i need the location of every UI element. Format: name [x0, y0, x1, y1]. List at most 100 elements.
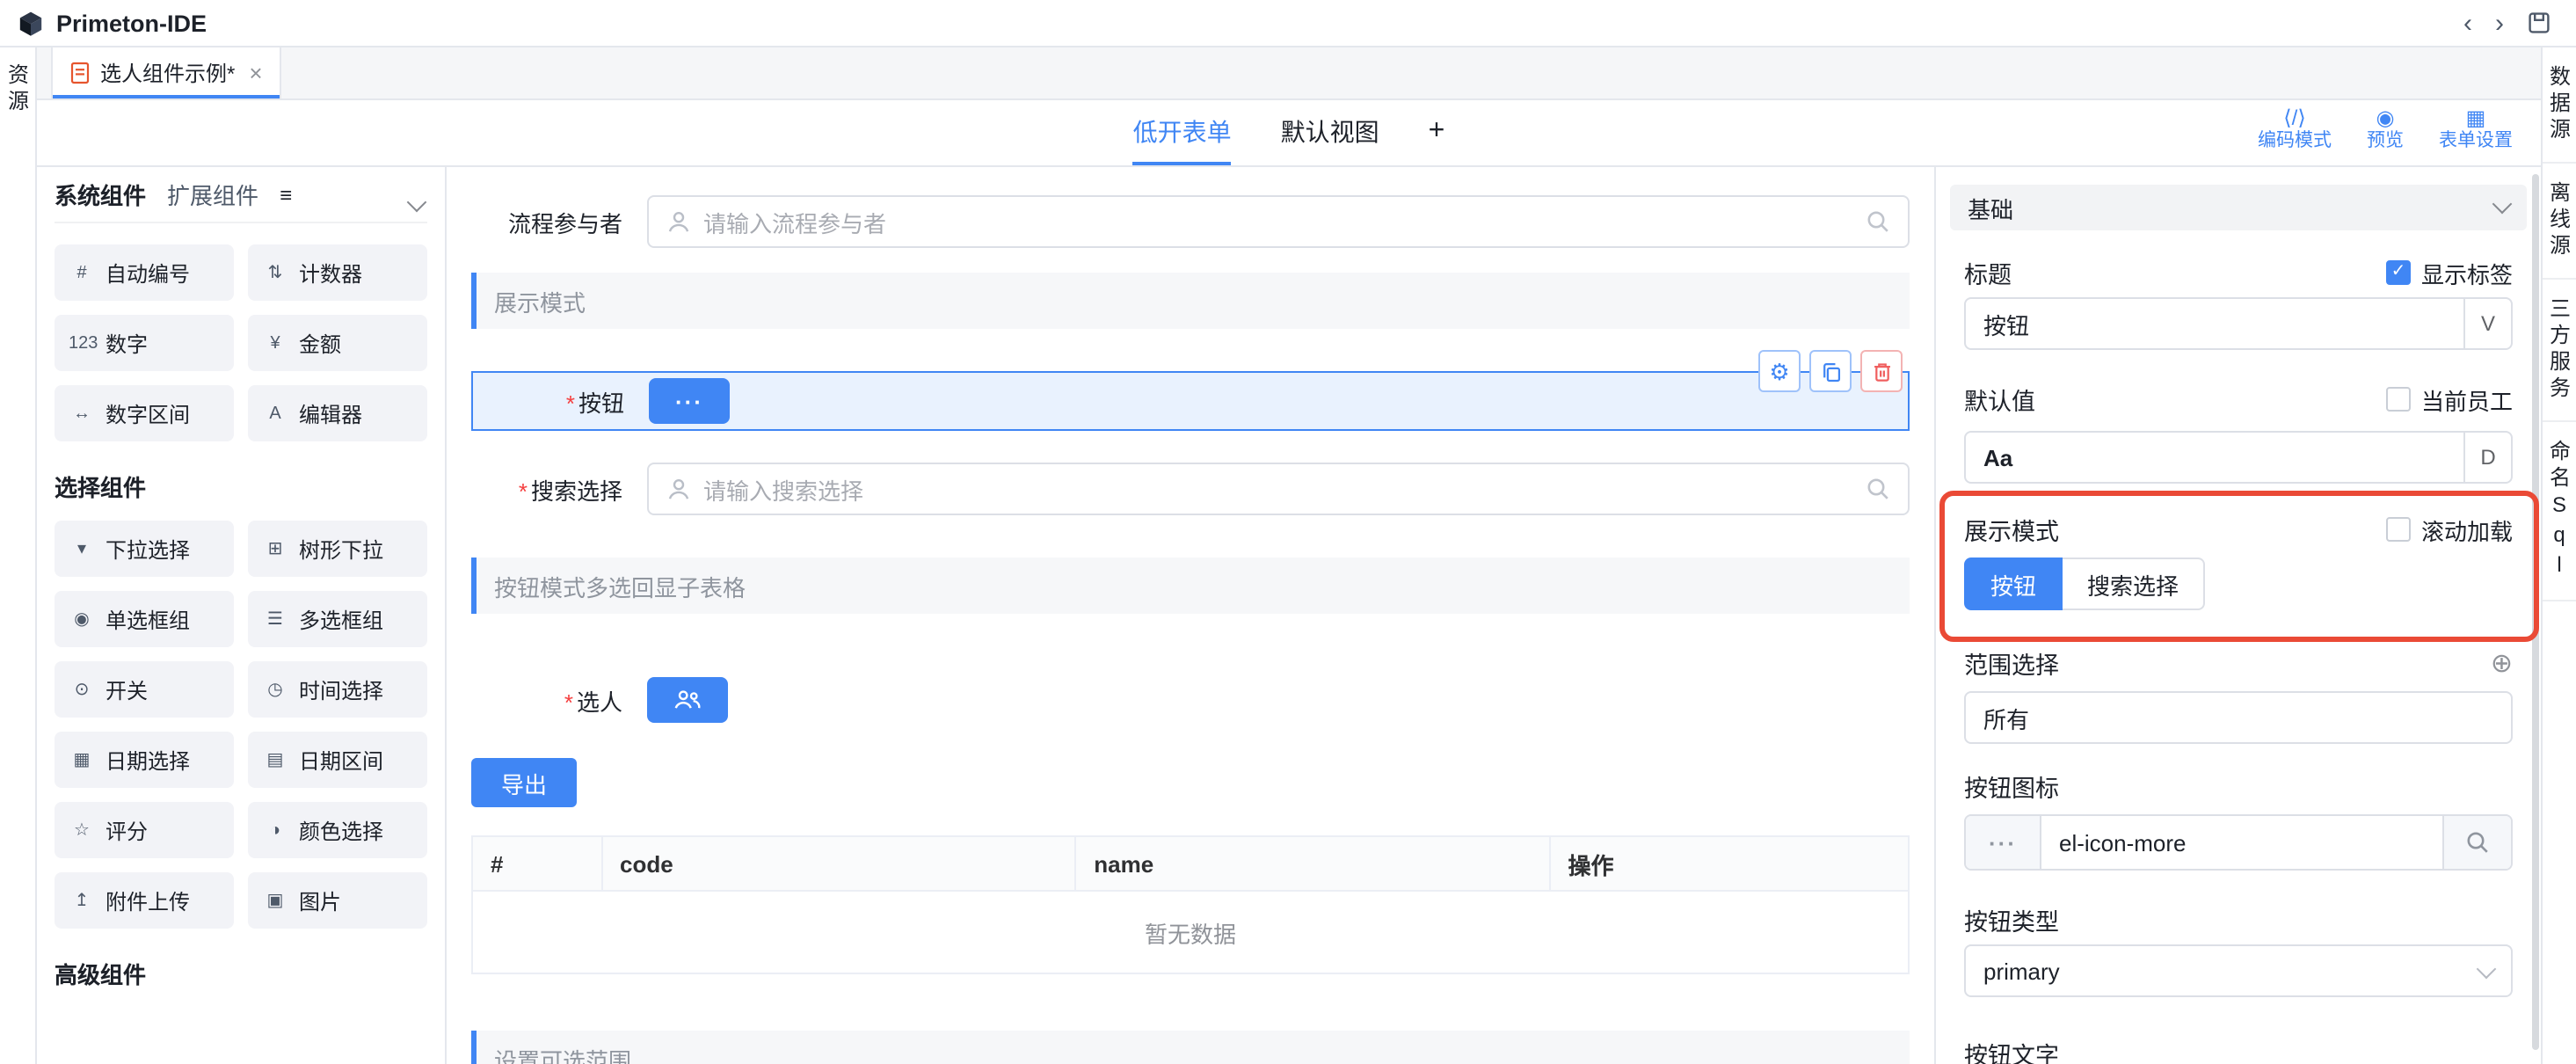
resources-vertical-tab[interactable]: 资源 — [7, 63, 28, 1064]
search-icon — [1866, 209, 1890, 234]
right-strip-label: 离线源 — [2549, 181, 2570, 260]
tab-low-code-form[interactable]: 低开表单 — [1133, 100, 1232, 165]
top-actions: ⟨/⟩编码模式 ◉预览 ▦表单设置 — [2258, 107, 2513, 153]
participant-field-widget[interactable]: 流程参与者 请输入流程参与者 — [471, 195, 1910, 248]
add-range-icon[interactable]: ⊕ — [2491, 650, 2513, 676]
search-field-label: 搜索选择 — [531, 477, 622, 504]
checkbox-checked-icon[interactable]: ✓ — [2386, 260, 2411, 285]
right-strip-item-named-sql[interactable]: 命名Sql — [2543, 422, 2576, 601]
palette-item[interactable]: ☰多选框组 — [248, 591, 427, 647]
palette-item[interactable]: ▤日期区间 — [248, 732, 427, 788]
palette-item[interactable]: ▾下拉选择 — [55, 521, 234, 577]
document-tab-active[interactable]: 选人组件示例* × — [51, 47, 282, 98]
scroll-load-checkbox-row[interactable]: 滚动加载 — [2386, 513, 2513, 546]
view-tabs: 低开表单默认视图 + — [1133, 100, 1445, 165]
palette-grid-select: ▾下拉选择⊞树形下拉◉单选框组☰多选框组⊙开关◷时间选择▦日期选择▤日期区间☆评… — [55, 521, 427, 929]
code-mode-button[interactable]: ⟨/⟩编码模式 — [2258, 107, 2332, 153]
component-label: 计数器 — [299, 258, 362, 288]
search-select-field-widget[interactable]: *搜索选择 请输入搜索选择 — [471, 463, 1910, 515]
search-select-input[interactable]: 请输入搜索选择 — [647, 463, 1910, 515]
palette-item[interactable]: ↥附件上传 — [55, 872, 234, 929]
palette-collapse-chevron-icon[interactable] — [410, 188, 424, 215]
widget-copy-button[interactable] — [1809, 350, 1852, 392]
left-strip: 资源 — [0, 47, 37, 1064]
preview-button[interactable]: ◉预览 — [2367, 107, 2404, 153]
picker-field-widget[interactable]: *选人 — [471, 674, 1910, 726]
right-strip-item-third-party-service[interactable]: 三方服务 — [2543, 280, 2576, 422]
required-mark: * — [566, 390, 575, 416]
section-bar-display-mode[interactable]: 展示模式 — [471, 273, 1910, 329]
section-bar-subtable[interactable]: 按钮模式多选回显子表格 — [471, 558, 1910, 614]
section-bar-range[interactable]: 设置可选范围 — [471, 1031, 1910, 1064]
widget-delete-button[interactable] — [1860, 350, 1903, 392]
palette-item[interactable]: #自动编号 — [55, 244, 234, 301]
palette-item[interactable]: ¥金额 — [248, 315, 427, 371]
button-field-widget-selected[interactable]: *按钮 ··· ⚙ — [471, 371, 1910, 431]
mode-search-select[interactable]: 搜索选择 — [2063, 558, 2205, 610]
component-icon: 123 — [69, 333, 95, 353]
title-input-value: 按钮 — [1966, 307, 2463, 340]
variable-suffix-button[interactable]: V — [2463, 299, 2511, 348]
title-property-label: 标题 — [1964, 255, 2012, 290]
more-button[interactable]: ··· — [649, 378, 730, 424]
palette-item[interactable]: A编辑器 — [248, 385, 427, 441]
palette-item[interactable]: ▣ 图片 — [248, 872, 427, 929]
palette-item[interactable]: ◷时间选择 — [248, 661, 427, 718]
component-icon: ◑ — [262, 820, 288, 840]
code-mode-label: 编码模式 — [2258, 130, 2332, 153]
button-field-label: 按钮 — [579, 390, 624, 416]
component-icon: ▣ — [262, 891, 288, 910]
button-icon-label: 按钮图标 — [1964, 769, 2059, 804]
nav-back-icon[interactable]: ‹ — [2463, 10, 2472, 36]
form-settings-button[interactable]: ▦表单设置 — [2439, 107, 2513, 153]
participant-input[interactable]: 请输入流程参与者 — [647, 195, 1910, 248]
search-icon — [1866, 477, 1890, 501]
default-value-input[interactable]: Aa D — [1964, 431, 2513, 484]
palette-item[interactable]: ◑颜色选择 — [248, 802, 427, 858]
palette-item[interactable]: ☆评分 — [55, 802, 234, 858]
export-button[interactable]: 导出 — [471, 758, 577, 807]
search-icon — [2465, 830, 2490, 855]
component-palette: 系统组件 扩展组件 ≡ #自动编号⇅计数器123数字¥金额↔数字区间A编辑器 选… — [37, 167, 447, 1064]
save-icon[interactable] — [2527, 11, 2551, 35]
right-strip-item-data-source[interactable]: 数据源 — [2543, 47, 2576, 164]
palette-item[interactable]: ▦日期选择 — [55, 732, 234, 788]
palette-tab-system[interactable]: 系统组件 — [55, 178, 146, 211]
palette-item[interactable]: ⊞树形下拉 — [248, 521, 427, 577]
title-input[interactable]: 按钮 V — [1964, 297, 2513, 350]
nav-forward-icon[interactable]: › — [2495, 10, 2504, 36]
close-tab-icon[interactable]: × — [249, 60, 262, 86]
tab-default-view[interactable]: 默认视图 — [1281, 100, 1379, 165]
trash-icon — [1870, 360, 1893, 383]
button-icon-input[interactable]: ··· el-icon-more — [1964, 814, 2513, 871]
palette-tab-extension[interactable]: 扩展组件 — [167, 178, 258, 211]
document-tabbar: 选人组件示例* × — [37, 47, 2541, 100]
button-type-select[interactable]: primary — [1964, 944, 2513, 997]
range-input[interactable]: 所有 — [1964, 691, 2513, 744]
preview-label: 预览 — [2367, 130, 2404, 153]
pick-person-button[interactable] — [647, 677, 728, 723]
current-employee-checkbox-row[interactable]: 当前员工 — [2386, 383, 2513, 416]
checkbox-unchecked-icon[interactable] — [2386, 387, 2411, 412]
component-label: 图片 — [299, 885, 341, 915]
default-suffix-button[interactable]: D — [2463, 433, 2511, 482]
component-icon: ↔ — [69, 404, 95, 423]
palette-item[interactable]: 123数字 — [55, 315, 234, 371]
palette-item[interactable]: ⊙开关 — [55, 661, 234, 718]
show-label-checkbox-row[interactable]: ✓ 显示标签 — [2386, 256, 2513, 289]
palette-item[interactable]: ◉单选框组 — [55, 591, 234, 647]
checkbox-unchecked-icon[interactable] — [2386, 517, 2411, 542]
icon-search-button[interactable] — [2442, 816, 2511, 869]
collapse-chevron-icon[interactable] — [2492, 194, 2513, 215]
palette-item[interactable]: ⇅计数器 — [248, 244, 427, 301]
subtable: #codename操作 暂无数据 — [471, 835, 1910, 974]
mode-button[interactable]: 按钮 — [1964, 558, 2063, 610]
right-strip-item-offline-source[interactable]: 离线源 — [2543, 164, 2576, 280]
widget-settings-button[interactable]: ⚙ — [1758, 350, 1801, 392]
palette-sort-icon[interactable]: ≡ — [280, 182, 292, 207]
palette-item[interactable]: ↔数字区间 — [55, 385, 234, 441]
properties-scrollbar[interactable] — [2532, 174, 2539, 1050]
properties-section-basic[interactable]: 基础 — [1950, 185, 2527, 230]
add-view-button[interactable]: + — [1429, 100, 1445, 165]
primeton-ide-window: Primeton-IDE ‹ › 资源 — [0, 0, 2576, 1064]
